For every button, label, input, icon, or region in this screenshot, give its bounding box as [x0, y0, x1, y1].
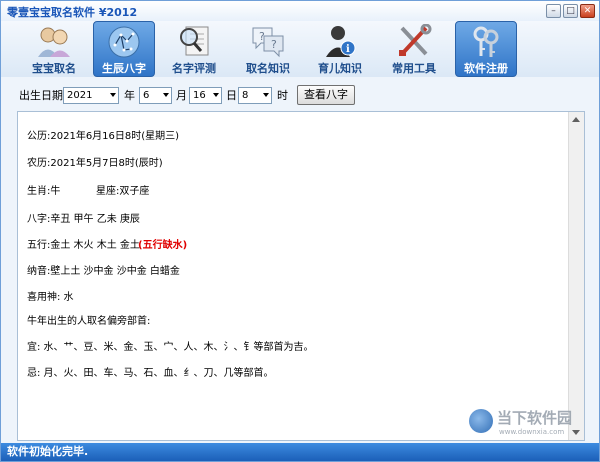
vertical-scrollbar[interactable]	[568, 112, 584, 440]
window-controls: – □ ✕	[546, 4, 595, 18]
month-value: 6	[143, 90, 150, 101]
constellation-icon	[106, 24, 142, 59]
chevron-down-icon	[263, 93, 269, 97]
babies-icon	[36, 23, 72, 59]
tab-label: 生辰八字	[102, 62, 146, 75]
chevron-down-icon	[163, 93, 169, 97]
day-value: 16	[193, 90, 206, 101]
chevron-down-icon	[213, 93, 219, 97]
keys-icon	[468, 24, 504, 59]
svg-text:?: ?	[259, 30, 265, 43]
solar-date: 公历:2021年6月16日8时(星期三)	[27, 131, 180, 142]
year-select[interactable]: 2021	[63, 87, 119, 104]
close-icon[interactable]: ✕	[580, 4, 595, 18]
year-unit: 年	[124, 89, 135, 102]
bazi: 八字:辛丑 甲午 乙未 庚辰	[27, 214, 140, 225]
hour-select[interactable]: 8	[238, 87, 272, 104]
svg-text:?: ?	[271, 38, 277, 51]
tab-software-register[interactable]: 软件注册	[455, 21, 517, 77]
constellation: 星座:双子座	[96, 186, 150, 197]
lunar-date: 农历:2021年5月7日8时(辰时)	[27, 158, 163, 169]
xiyong: 喜用神: 水	[27, 292, 74, 303]
month-unit: 月	[176, 89, 187, 102]
app-window: 零壹宝宝取名软件 ¥2012 – □ ✕ 宝宝取名 生辰八字 名字评测 ? ? …	[0, 0, 600, 462]
scroll-up-icon[interactable]	[572, 117, 580, 122]
wuxing-warning: (五行缺水)	[138, 240, 188, 251]
tab-bazi[interactable]: 生辰八字	[93, 21, 155, 77]
minimize-icon[interactable]: –	[546, 4, 561, 18]
tab-baby-naming[interactable]: 宝宝取名	[23, 21, 85, 77]
birth-date-label: 出生日期:	[19, 89, 67, 102]
watermark: 当下软件园 www.downxia.com	[469, 405, 581, 441]
hour-unit: 时	[277, 89, 288, 102]
main-toolbar: 宝宝取名 生辰八字 名字评测 ? ? 取名知识 i 育儿知识 常用工具 软件注册	[1, 21, 599, 77]
hour-value: 8	[242, 90, 249, 101]
tab-label: 宝宝取名	[32, 62, 76, 75]
status-bar: 软件初始化完毕.	[1, 443, 599, 461]
user-info-icon: i	[322, 23, 358, 59]
tab-common-tools[interactable]: 常用工具	[383, 21, 445, 77]
tab-label: 取名知识	[246, 62, 290, 75]
day-select[interactable]: 16	[189, 87, 222, 104]
chevron-down-icon	[110, 93, 116, 97]
window-title: 零壹宝宝取名软件 ¥2012	[7, 6, 138, 19]
tab-label: 软件注册	[464, 62, 508, 75]
month-select[interactable]: 6	[139, 87, 172, 104]
zodiac: 生肖:牛	[27, 186, 61, 197]
year-value: 2021	[67, 90, 93, 101]
birth-date-bar: 出生日期: 2021 年 6 月 16 日 8 时 查看八字	[1, 83, 599, 107]
tools-icon	[396, 23, 432, 59]
maximize-icon[interactable]: □	[563, 4, 578, 18]
magnifier-icon	[176, 23, 212, 59]
day-unit: 日	[226, 89, 237, 102]
tab-parenting-knowledge[interactable]: i 育儿知识	[309, 21, 371, 77]
tab-name-test[interactable]: 名字评测	[163, 21, 225, 77]
wuxing: 五行:金土 木火 木土 金土	[27, 240, 140, 251]
result-panel: 公历:2021年6月16日8时(星期三) 农历:2021年5月7日8时(辰时) …	[17, 111, 585, 441]
view-bazi-button[interactable]: 查看八字	[297, 85, 355, 105]
tab-naming-knowledge[interactable]: ? ? 取名知识	[237, 21, 299, 77]
watermark-logo-icon	[469, 409, 493, 433]
watermark-url: www.downxia.com	[499, 428, 565, 436]
radical-title: 牛年出生的人取名偏旁部首:	[27, 316, 151, 327]
question-bubbles-icon: ? ?	[250, 23, 286, 59]
bad-radicals: 忌: 月、火、田、车、马、石、血、纟、刀、几等部首。	[27, 368, 274, 379]
tab-label: 名字评测	[172, 62, 216, 75]
good-radicals: 宜: 水、艹、豆、米、金、玉、宀、人、木、氵、钅等部首为吉。	[27, 342, 314, 353]
watermark-text: 当下软件园	[497, 409, 573, 427]
nayin: 纳音:壁上土 沙中金 沙中金 白蜡金	[27, 266, 180, 277]
title-bar[interactable]: 零壹宝宝取名软件 ¥2012 – □ ✕	[1, 1, 599, 21]
tab-label: 育儿知识	[318, 62, 362, 75]
tab-label: 常用工具	[392, 62, 436, 75]
svg-text:i: i	[346, 44, 350, 55]
